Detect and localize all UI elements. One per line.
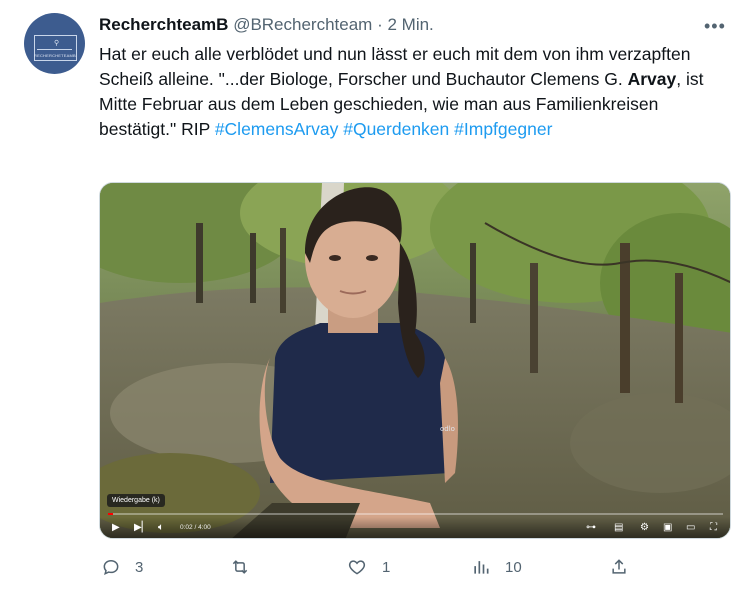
tweet-text-bold: Arvay bbox=[627, 69, 677, 89]
hashtag-impfgegner[interactable]: #Impfgegner bbox=[454, 119, 552, 139]
views-count: 10 bbox=[505, 558, 522, 576]
progress-bar[interactable] bbox=[108, 513, 723, 515]
tweet-text-part1: Hat er euch alle verblödet und nun lässt… bbox=[99, 44, 691, 89]
reply-icon bbox=[103, 559, 119, 575]
theater-icon[interactable]: ▭ bbox=[686, 520, 695, 536]
hashtag-clemensarvay[interactable]: #ClemensArvay bbox=[215, 119, 339, 139]
video-frame: odlo bbox=[100, 183, 730, 538]
video-controls: ▶ ▶▏ 🔈︎ 0:02 / 4:00 ⊶ ▤ ⚙ ▣ ▭ ⛶ bbox=[100, 517, 730, 538]
tweet-header: RecherchteamB @BRecherchteam · 2 Min. bbox=[99, 14, 434, 36]
share-icon bbox=[612, 559, 626, 574]
video-timecode: 0:02 / 4:00 bbox=[180, 524, 211, 531]
video-player[interactable]: odlo Wiedergabe (k) ▶ ▶▏ 🔈︎ 0:02 / 4:00 … bbox=[99, 182, 731, 539]
retweet-icon bbox=[232, 560, 248, 574]
tweet-actions: 3 1 10 bbox=[99, 552, 639, 582]
avatar-line bbox=[37, 49, 72, 50]
miniplayer-icon[interactable]: ▣ bbox=[663, 520, 672, 536]
hashtag-querdenken[interactable]: #Querdenken bbox=[343, 119, 449, 139]
author-handle[interactable]: @BRecherchteam bbox=[233, 15, 372, 34]
avatar-text: RECHERCHETEAMB bbox=[34, 53, 76, 58]
fullscreen-icon[interactable]: ⛶ bbox=[710, 520, 717, 536]
progress-fill bbox=[108, 513, 113, 515]
views-button[interactable]: 10 bbox=[471, 552, 522, 582]
share-button[interactable] bbox=[609, 552, 629, 582]
more-icon[interactable]: ••• bbox=[704, 16, 734, 36]
next-icon[interactable]: ▶▏ bbox=[134, 520, 149, 536]
play-tooltip: Wiedergabe (k) bbox=[107, 494, 165, 507]
subtitles-icon[interactable]: ▤ bbox=[614, 520, 623, 536]
tweet-text: Hat er euch alle verblödet und nun lässt… bbox=[99, 42, 735, 142]
avatar-mark: ⚲ bbox=[54, 40, 60, 47]
like-button[interactable]: 1 bbox=[346, 552, 390, 582]
retweet-button[interactable] bbox=[229, 552, 265, 582]
volume-icon[interactable]: 🔈︎ bbox=[158, 520, 164, 536]
views-icon bbox=[474, 561, 489, 574]
separator: · bbox=[377, 15, 383, 34]
avatar[interactable]: ⚲ RECHERCHETEAMB bbox=[24, 13, 85, 74]
reply-count: 3 bbox=[135, 558, 144, 576]
like-count: 1 bbox=[382, 558, 391, 576]
settings-icon[interactable]: ⚙ bbox=[640, 520, 649, 536]
shirt-logo: odlo bbox=[440, 425, 455, 433]
play-icon[interactable]: ▶ bbox=[112, 520, 120, 536]
autoplay-icon[interactable]: ⊶ bbox=[586, 520, 596, 536]
like-icon bbox=[348, 560, 366, 575]
author-name[interactable]: RecherchteamB bbox=[99, 15, 228, 34]
tweet-time[interactable]: 2 Min. bbox=[387, 15, 433, 34]
reply-button[interactable]: 3 bbox=[101, 552, 143, 582]
